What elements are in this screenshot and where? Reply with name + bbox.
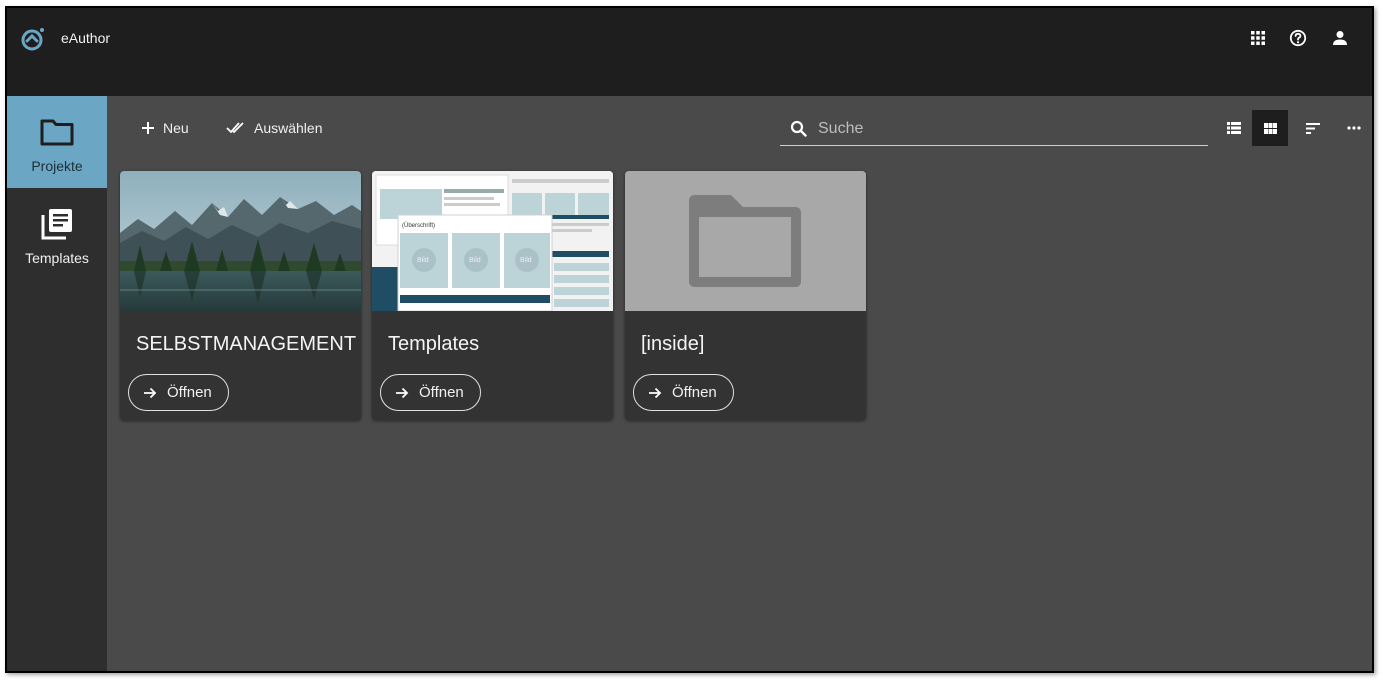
grid-view-button[interactable] xyxy=(1252,110,1288,146)
help-icon[interactable] xyxy=(1288,28,1308,48)
more-options-button[interactable] xyxy=(1336,110,1372,146)
account-icon[interactable] xyxy=(1330,28,1350,48)
sort-icon xyxy=(1306,122,1320,134)
double-check-icon xyxy=(226,122,244,134)
app-title: eAuthor xyxy=(61,30,111,46)
sort-button[interactable] xyxy=(1295,110,1331,146)
project-card[interactable]: SELBSTMANAGEMENT Öffnen xyxy=(120,171,361,420)
new-button[interactable]: Neu xyxy=(141,116,189,140)
template-image-label: Bild xyxy=(417,257,429,264)
card-title: SELBSTMANAGEMENT xyxy=(136,333,357,355)
sidebar-item-projekte[interactable]: Projekte xyxy=(7,96,107,188)
arrow-right-icon xyxy=(144,387,157,398)
open-button[interactable]: Öffnen xyxy=(380,374,481,411)
more-horizontal-icon xyxy=(1347,126,1361,130)
open-button[interactable]: Öffnen xyxy=(633,374,734,411)
project-card[interactable]: [inside] Öffnen xyxy=(625,171,866,420)
open-button-label: Öffnen xyxy=(672,384,717,401)
search-bar xyxy=(780,112,1208,146)
sidebar-item-templates[interactable]: Templates xyxy=(7,188,107,280)
select-button[interactable]: Auswählen xyxy=(226,116,323,140)
template-image-label: Bild xyxy=(520,257,532,264)
new-button-label: Neu xyxy=(163,120,189,136)
list-view-button[interactable] xyxy=(1216,110,1252,146)
mountain-lake-thumbnail xyxy=(120,171,361,311)
apps-grid-icon[interactable] xyxy=(1248,28,1268,48)
template-heading: (Überschrift) xyxy=(402,222,435,229)
library-books-icon xyxy=(37,204,77,244)
open-button-label: Öffnen xyxy=(167,384,212,401)
folder-icon xyxy=(37,112,77,152)
open-button-label: Öffnen xyxy=(419,384,464,401)
grid-view-icon xyxy=(1263,122,1277,134)
eauthor-logo-icon xyxy=(21,28,44,51)
sidebar-item-label: Templates xyxy=(25,250,89,266)
template-preview-thumbnail: (Überschrift) Bild Bild Bild xyxy=(372,171,613,311)
list-view-icon xyxy=(1227,122,1241,134)
arrow-right-icon xyxy=(649,387,662,398)
app-window: eAuthor Projekte Templates Neu Auswählen… xyxy=(5,6,1374,673)
card-title: [inside] xyxy=(641,333,705,355)
plus-icon xyxy=(142,122,154,134)
project-card[interactable]: (Überschrift) Bild Bild Bild Templates Ö… xyxy=(372,171,613,420)
arrow-right-icon xyxy=(396,387,409,398)
sidebar-item-label: Projekte xyxy=(31,158,83,174)
open-button[interactable]: Öffnen xyxy=(128,374,229,411)
template-image-label: Bild xyxy=(469,257,481,264)
search-icon xyxy=(788,119,808,139)
sidebar: Projekte Templates xyxy=(7,96,107,671)
folder-placeholder-thumbnail xyxy=(625,171,866,311)
search-input[interactable] xyxy=(818,119,1208,138)
app-bar: eAuthor xyxy=(7,8,1372,96)
select-button-label: Auswählen xyxy=(254,120,323,136)
card-title: Templates xyxy=(388,333,480,355)
